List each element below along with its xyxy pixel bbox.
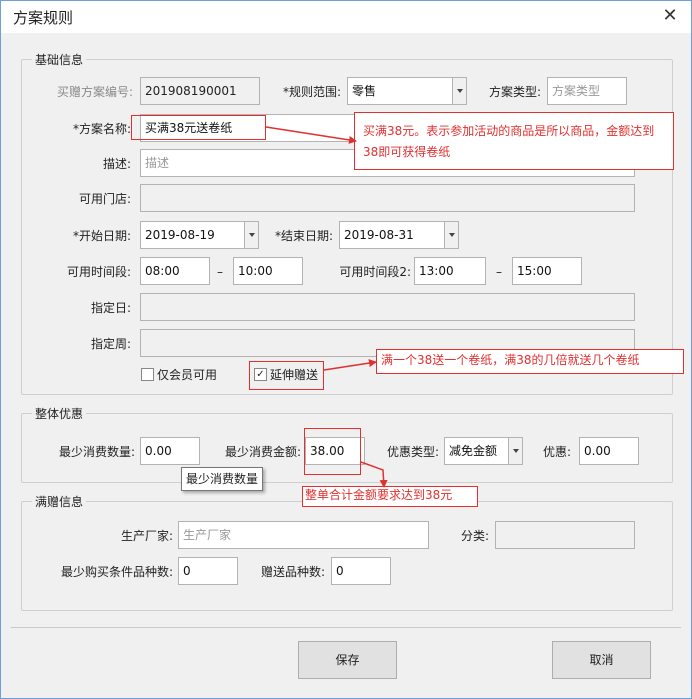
start-date-picker[interactable]: 2019-08-19 bbox=[140, 221, 259, 249]
window-title: 方案规则 bbox=[13, 9, 74, 27]
scope-label: *规则范围: bbox=[282, 85, 341, 99]
annotation-note-3: 整单合计金额要求达到38元 bbox=[302, 486, 478, 507]
min-kinds-input[interactable]: 0 bbox=[178, 557, 238, 585]
title-bar: 方案规则 ✕ bbox=[1, 1, 691, 33]
discount-type-value: 减免金额 bbox=[449, 444, 498, 458]
annotation-note-1: 买满38元。表示参加活动的商品是所以商品，金额达到38即可获得卷纸 bbox=[354, 112, 674, 170]
basic-info-legend: 基础信息 bbox=[35, 53, 84, 67]
scope-select[interactable]: 零售 bbox=[347, 77, 467, 105]
min-kinds-label: 最少购买条件品种数: bbox=[60, 565, 173, 579]
min-amount-label: 最少消费金额: bbox=[224, 445, 301, 459]
category-input[interactable] bbox=[495, 521, 635, 549]
stores-label: 可用门店: bbox=[78, 192, 131, 206]
time1-dash: – bbox=[217, 265, 223, 279]
code-label: 买赠方案编号: bbox=[56, 85, 133, 99]
chevron-down-icon[interactable] bbox=[444, 222, 458, 248]
gift-legend: 满赠信息 bbox=[35, 495, 84, 509]
annotation-highlight-name bbox=[131, 115, 266, 140]
gift-kinds-input[interactable]: 0 bbox=[331, 557, 391, 585]
annotation-note-2: 满一个38送一个卷纸，满38的几倍就送几个卷纸 bbox=[376, 349, 684, 374]
scope-value: 零售 bbox=[352, 84, 377, 98]
cancel-button[interactable]: 取消 bbox=[552, 641, 651, 679]
gift-kinds-label: 赠送品种数: bbox=[260, 565, 325, 579]
category-label: 分类: bbox=[460, 529, 489, 543]
time2-label: 可用时间段2: bbox=[339, 265, 411, 279]
annotation-highlight-extend bbox=[249, 361, 324, 390]
overall-legend: 整体优惠 bbox=[35, 407, 84, 421]
discount-type-label: 优惠类型: bbox=[386, 445, 439, 459]
close-icon[interactable]: ✕ bbox=[657, 4, 683, 28]
name-label: *方案名称: bbox=[72, 122, 131, 136]
time2-dash: – bbox=[496, 265, 502, 279]
end-date-label: *结束日期: bbox=[274, 229, 333, 243]
save-button[interactable]: 保存 bbox=[298, 641, 397, 679]
member-only-checkbox[interactable] bbox=[141, 368, 154, 381]
gift-info-group: 满赠信息 bbox=[21, 493, 673, 611]
code-field: 201908190001 bbox=[140, 77, 260, 105]
discount-type-select[interactable]: 减免金额 bbox=[444, 437, 523, 465]
maker-label: 生产厂家: bbox=[120, 529, 173, 543]
chevron-down-icon[interactable] bbox=[244, 222, 258, 248]
week-label: 指定周: bbox=[90, 337, 131, 351]
time1-to-input[interactable]: 10:00 bbox=[233, 257, 303, 285]
time1-label: 可用时间段: bbox=[66, 265, 131, 279]
chevron-down-icon[interactable] bbox=[508, 438, 522, 464]
time2-to-input[interactable]: 15:00 bbox=[512, 257, 582, 285]
min-qty-label: 最少消费数量: bbox=[58, 445, 135, 459]
maker-input[interactable]: 生产厂家 bbox=[178, 521, 429, 549]
chevron-down-icon[interactable] bbox=[452, 78, 466, 104]
min-qty-input[interactable]: 0.00 bbox=[140, 437, 200, 465]
footer-divider bbox=[11, 627, 681, 628]
desc-label: 描述: bbox=[102, 157, 131, 171]
discount-input[interactable]: 0.00 bbox=[579, 437, 639, 465]
tooltip: 最少消费数量 bbox=[181, 467, 264, 491]
day-label: 指定日: bbox=[90, 301, 131, 315]
type-label: 方案类型: bbox=[488, 85, 541, 99]
day-input[interactable] bbox=[140, 293, 635, 321]
start-date-value: 2019-08-19 bbox=[145, 228, 215, 242]
time2-from-input[interactable]: 13:00 bbox=[414, 257, 486, 285]
end-date-value: 2019-08-31 bbox=[344, 228, 414, 242]
start-date-label: *开始日期: bbox=[72, 229, 131, 243]
stores-input[interactable] bbox=[140, 184, 635, 212]
type-input[interactable]: 方案类型 bbox=[547, 77, 627, 105]
annotation-highlight-amount bbox=[304, 428, 361, 475]
end-date-picker[interactable]: 2019-08-31 bbox=[339, 221, 459, 249]
time1-from-input[interactable]: 08:00 bbox=[140, 257, 210, 285]
discount-label: 优惠: bbox=[542, 445, 571, 459]
member-only-label: 仅会员可用 bbox=[157, 368, 218, 382]
